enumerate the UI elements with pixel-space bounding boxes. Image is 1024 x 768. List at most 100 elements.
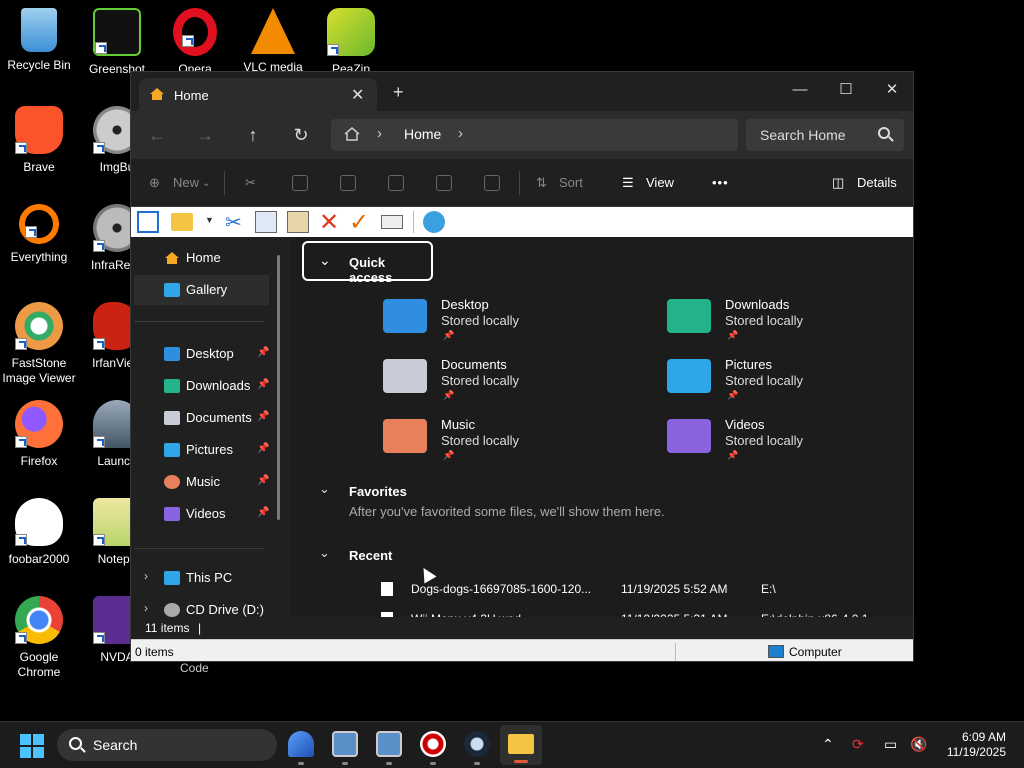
desktop-icon-brave[interactable]: Brave bbox=[0, 106, 78, 175]
tile-status: Stored locally bbox=[725, 433, 804, 448]
divider bbox=[413, 211, 414, 233]
volume-muted-icon[interactable]: 🔇 bbox=[910, 736, 927, 753]
taskbar-app-icon[interactable] bbox=[376, 731, 402, 757]
see-more-button[interactable]: ••• bbox=[712, 175, 729, 190]
minimize-button[interactable]: — bbox=[777, 76, 823, 104]
breadcrumb-separator[interactable]: › bbox=[458, 125, 463, 142]
sidebar-item-videos[interactable]: Videos 📌 bbox=[134, 499, 269, 529]
close-window-button[interactable]: ✕ bbox=[869, 76, 913, 104]
sidebar-item-gallery[interactable]: Gallery bbox=[134, 275, 269, 305]
content-pane: ⌄ Quick access Desktop Stored locally 📌 … bbox=[291, 237, 913, 639]
sidebar-item-desktop[interactable]: Desktop 📌 bbox=[134, 339, 269, 369]
sidebar-item-music[interactable]: Music 📌 bbox=[134, 467, 269, 497]
recent-file-row[interactable]: Dogs-dogs-16697085-1600-120... 11/19/202… bbox=[381, 580, 881, 600]
cut-icon[interactable]: ✂ bbox=[225, 210, 242, 235]
desktop-icon-chrome[interactable]: Google Chrome bbox=[0, 596, 78, 680]
back-button[interactable]: ← bbox=[145, 125, 169, 146]
cut-button[interactable]: ✂ bbox=[245, 175, 256, 191]
quick-access-header[interactable]: ⌄ Quick access bbox=[302, 241, 433, 285]
opera-icon bbox=[173, 8, 217, 56]
sidebar-item-downloads[interactable]: Downloads 📌 bbox=[134, 371, 269, 401]
desktop-icon-firefox[interactable]: Firefox bbox=[0, 400, 78, 469]
details-button[interactable]: Details bbox=[857, 175, 897, 190]
taskbar-search[interactable]: Search bbox=[57, 729, 277, 761]
taskbar-file-explorer[interactable] bbox=[500, 725, 542, 765]
desktop-icon-vlc[interactable]: VLC media bbox=[234, 8, 312, 75]
chevron-down-icon[interactable]: ▼ bbox=[205, 215, 214, 225]
navigation-pane-icon[interactable] bbox=[137, 211, 159, 233]
desktop-icon-faststone[interactable]: FastStone Image Viewer bbox=[0, 302, 78, 386]
address-bar[interactable]: › Home › bbox=[331, 119, 738, 151]
breadcrumb-home[interactable]: Home bbox=[404, 126, 441, 142]
quick-access-tile-videos[interactable]: Videos Stored locally 📌 bbox=[667, 417, 907, 477]
favorites-header[interactable]: Favorites bbox=[349, 484, 407, 499]
sort-icon: ⇅ bbox=[536, 175, 547, 190]
desktop-icon-foobar2000[interactable]: foobar2000 bbox=[0, 498, 78, 567]
file-explorer-window: Home ✕ + — ☐ ✕ ← → ↑ ↻ › Home › Search H… bbox=[130, 71, 914, 662]
quick-access-tile-downloads[interactable]: Downloads Stored locally 📌 bbox=[667, 297, 907, 357]
shell-icon[interactable] bbox=[423, 211, 445, 233]
taskbar-app-icon[interactable] bbox=[332, 731, 358, 757]
copy-icon[interactable] bbox=[255, 211, 277, 233]
sidebar-item-pictures[interactable]: Pictures 📌 bbox=[134, 435, 269, 465]
breadcrumb-separator[interactable]: › bbox=[377, 125, 382, 142]
desktop-icon-peazip[interactable]: PeaZip bbox=[312, 8, 390, 77]
desktop-icon-label: Everything bbox=[10, 250, 68, 264]
select-folder-icon[interactable] bbox=[171, 213, 193, 231]
desktop-icon-label: foobar2000 bbox=[8, 552, 70, 566]
quick-access-tile-documents[interactable]: Documents Stored locally 📌 bbox=[383, 357, 623, 417]
properties-icon[interactable] bbox=[381, 215, 403, 229]
sidebar-item-this-pc[interactable]: › This PC bbox=[134, 563, 269, 593]
copy-button[interactable] bbox=[292, 175, 308, 191]
paste-button[interactable] bbox=[340, 175, 356, 191]
search-box[interactable]: Search Home bbox=[746, 119, 904, 151]
taskbar-app-icon[interactable] bbox=[288, 731, 314, 757]
tab-home[interactable]: Home ✕ bbox=[139, 78, 377, 111]
checkmark-icon[interactable]: ✓ bbox=[349, 208, 369, 237]
display-icon[interactable]: ▭ bbox=[884, 736, 897, 753]
delete-icon[interactable]: ✕ bbox=[319, 208, 339, 237]
desktop-icon-label: FastStone bbox=[11, 356, 67, 370]
new-tab-button[interactable]: + bbox=[393, 82, 404, 103]
divider bbox=[519, 171, 520, 195]
clock[interactable]: 6:09 AM 11/19/2025 bbox=[940, 730, 1006, 760]
quick-access-tile-pictures[interactable]: Pictures Stored locally 📌 bbox=[667, 357, 907, 417]
share-button[interactable] bbox=[436, 175, 452, 191]
chevron-right-icon[interactable]: › bbox=[144, 569, 148, 583]
maximize-button[interactable]: ☐ bbox=[823, 76, 869, 104]
delete-button[interactable] bbox=[484, 175, 500, 191]
chevron-down-icon[interactable]: ⌄ bbox=[319, 545, 330, 561]
sidebar-scrollbar[interactable] bbox=[277, 255, 280, 520]
quick-access-tile-desktop[interactable]: Desktop Stored locally 📌 bbox=[383, 297, 623, 357]
desktop-icon-everything[interactable]: Everything bbox=[0, 204, 78, 265]
command-bar: ⊕ New ⌄ ✂ ⇅ Sort ☰ View ••• ◫ Details bbox=[131, 159, 913, 207]
up-button[interactable]: ↑ bbox=[241, 125, 265, 146]
start-button[interactable] bbox=[20, 734, 44, 758]
rename-button[interactable] bbox=[388, 175, 404, 191]
chevron-right-icon[interactable]: › bbox=[144, 601, 148, 615]
gallery-icon bbox=[164, 283, 180, 297]
paste-icon[interactable] bbox=[287, 211, 309, 233]
recent-header[interactable]: Recent bbox=[349, 548, 392, 563]
desktop-icon-recycle-bin[interactable]: Recycle Bin bbox=[0, 8, 78, 73]
windows-logo-icon bbox=[33, 747, 44, 758]
chevron-up-icon[interactable]: ⌃ bbox=[822, 736, 834, 753]
taskbar-app-icon[interactable] bbox=[420, 731, 446, 757]
desktop-icon-opera[interactable]: Opera bbox=[156, 8, 234, 77]
new-button[interactable]: New bbox=[173, 175, 199, 190]
close-tab-button[interactable]: ✕ bbox=[351, 85, 364, 105]
chevron-down-icon[interactable]: ⌄ bbox=[319, 481, 330, 497]
quick-access-tile-music[interactable]: Music Stored locally 📌 bbox=[383, 417, 623, 477]
refresh-button[interactable]: ↻ bbox=[289, 125, 313, 146]
steam-icon[interactable] bbox=[464, 731, 490, 757]
sidebar-item-documents[interactable]: Documents 📌 bbox=[134, 403, 269, 433]
tile-status: Stored locally bbox=[441, 433, 520, 448]
sync-icon[interactable]: ⟳ bbox=[852, 736, 864, 753]
desktop-icon-greenshot[interactable]: Greenshot bbox=[78, 8, 156, 77]
chrome-icon bbox=[15, 596, 63, 644]
forward-button[interactable]: → bbox=[193, 125, 217, 146]
sidebar-item-home[interactable]: Home bbox=[134, 243, 269, 273]
view-button[interactable]: View bbox=[646, 175, 674, 190]
sort-button[interactable]: Sort bbox=[559, 175, 583, 190]
desktop-icon-label: Chrome bbox=[17, 665, 61, 679]
